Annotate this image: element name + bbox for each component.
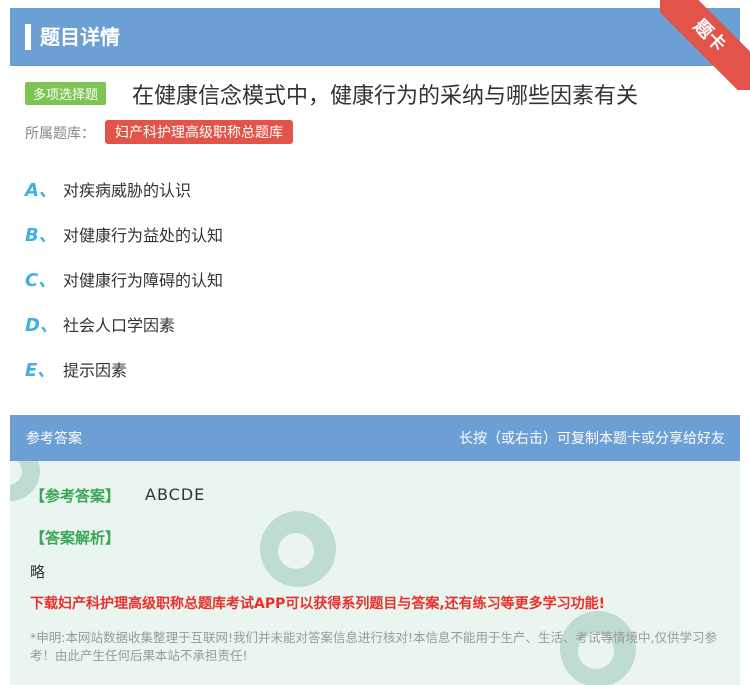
option-text: 对疾病威胁的认识: [63, 181, 192, 200]
question-text: 在健康信念模式中，健康行为的采纳与哪些因素有关: [132, 84, 639, 109]
watermark-logo-icon: [260, 511, 336, 587]
header-accent-bar: [25, 24, 31, 50]
option-letter: C、: [25, 270, 57, 291]
option-letter: B、: [25, 225, 57, 246]
analysis-text: 略: [30, 563, 46, 581]
bank-tag-link[interactable]: 妇产科护理高级职称总题库: [105, 120, 293, 144]
question-type-badge: 多项选择题: [25, 82, 107, 105]
option-text: 提示因素: [63, 361, 128, 380]
share-hint: 长按（或右击）可复制本题卡或分享给好友: [459, 431, 725, 447]
question-row: 多项选择题 在健康信念模式中，健康行为的采纳与哪些因素有关: [25, 78, 740, 110]
option-text: 社会人口学因素: [63, 316, 176, 335]
option-b[interactable]: B、 对健康行为益处的认知: [25, 221, 223, 247]
option-letter: A、: [25, 180, 57, 201]
analysis-label: 【答案解析】: [30, 529, 121, 547]
option-d[interactable]: D、 社会人口学因素: [25, 311, 175, 337]
answer-section-header: 参考答案 长按（或右击）可复制本题卡或分享给好友: [10, 415, 740, 461]
page-title: 题目详情: [40, 25, 120, 49]
app-download-link[interactable]: 下载妇产科护理高级职称总题库考试APP可以获得系列题目与答案,还有练习等更多学习…: [30, 593, 605, 613]
option-letter: E、: [25, 360, 56, 381]
bank-label: 所属题库：: [25, 126, 95, 142]
option-text: 对健康行为障碍的认知: [63, 271, 224, 290]
option-e[interactable]: E、 提示因素: [25, 356, 127, 382]
option-letter: D、: [25, 315, 58, 336]
answer-label: 【参考答案】: [30, 487, 121, 505]
answer-value: ABCDE: [145, 485, 206, 504]
ribbon-label[interactable]: 题卡: [660, 0, 750, 90]
disclaimer-text: *申明:本网站数据收集整理于互联网!我们并未能对答案信息进行核对!本信息不能用于…: [30, 630, 717, 663]
option-a[interactable]: A、 对疾病威胁的认识: [25, 176, 191, 202]
option-c[interactable]: C、 对健康行为障碍的认知: [25, 266, 223, 292]
answer-section-title: 参考答案: [26, 431, 82, 447]
question-card-ribbon[interactable]: 题卡: [660, 0, 750, 90]
detail-header: 题目详情: [10, 8, 740, 66]
option-text: 对健康行为益处的认知: [63, 226, 224, 245]
answer-section-body: 【参考答案】 ABCDE 【答案解析】 略 下载妇产科护理高级职称总题库考试AP…: [10, 461, 740, 685]
